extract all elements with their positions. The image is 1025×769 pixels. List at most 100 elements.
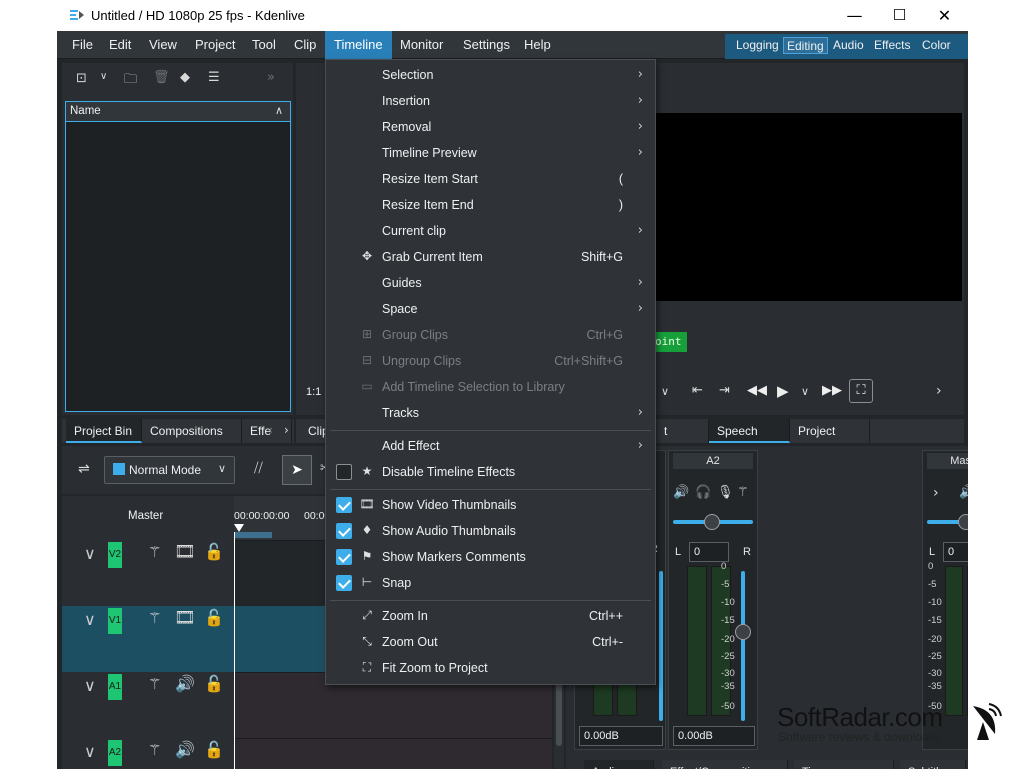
menu-item-resize-item-end[interactable]: Resize Item End ) [326, 193, 655, 219]
tab-project-bin[interactable]: Project Bin [66, 419, 142, 443]
collapse-icon[interactable]: ∨ [84, 544, 96, 563]
menu-help[interactable]: Help [515, 31, 560, 59]
menu-item-fit-zoom-to-project[interactable]: ⛶ Fit Zoom to Project [326, 656, 655, 682]
pan-knob[interactable] [704, 514, 720, 530]
track-header-a1[interactable]: ∨ A1 ⚚ 🔊 🔓 [62, 672, 234, 738]
tab-project-notes[interactable]: Project Notes [790, 419, 870, 462]
pan-knob[interactable] [958, 514, 968, 530]
layout-editing[interactable]: Editing [783, 37, 828, 54]
volume-slider[interactable] [741, 571, 745, 721]
menu-clip[interactable]: Clip [285, 31, 325, 59]
menu-item-guides[interactable]: Guides › [326, 271, 655, 297]
menu-project[interactable]: Project [186, 31, 244, 59]
menu-tool[interactable]: Tool [243, 31, 285, 59]
playhead-marker[interactable] [234, 524, 244, 532]
menu-settings[interactable]: Settings [454, 31, 519, 59]
bin-column-header[interactable]: Name ∧ [66, 102, 290, 122]
menu-view[interactable]: View [140, 31, 186, 59]
film-icon[interactable]: 🎞 [174, 542, 196, 562]
tag-icon[interactable]: ◆ [180, 70, 190, 85]
tab-scroll-left-icon[interactable]: ‹ [268, 423, 273, 437]
track-header-a2[interactable]: ∨ A2 ⚚ 🔊 🔓 [62, 738, 234, 769]
set-in-icon[interactable]: ⇤ [692, 383, 703, 398]
play-options-icon[interactable]: ∨ [801, 385, 809, 398]
menu-item-insertion[interactable]: Insertion › [326, 89, 655, 115]
select-tool-icon[interactable]: ➤ [282, 455, 312, 485]
layout-color[interactable]: Color [919, 37, 954, 54]
collapse-icon[interactable]: ∨ [84, 676, 96, 695]
collapse-icon[interactable]: ∨ [84, 742, 96, 761]
maximize-button[interactable]: ☐ [877, 0, 922, 31]
lock-icon[interactable]: 🔓 [204, 542, 224, 561]
menu-item-space[interactable]: Space › [326, 297, 655, 323]
menu-timeline[interactable]: Timeline [325, 31, 392, 59]
tab-effect-stack[interactable]: Effect/Composition St... [662, 760, 788, 769]
chevron-right-icon[interactable]: › [933, 485, 939, 501]
microphone-icon[interactable]: 🎙 [717, 485, 734, 500]
effects-wand-icon[interactable]: ⚚ [148, 675, 161, 693]
volume-db-field[interactable]: 0.00dB [579, 726, 663, 746]
tab-scroll-right-icon[interactable]: › [284, 423, 289, 437]
checkbox-checked[interactable] [336, 523, 352, 539]
checkbox-checked[interactable] [336, 549, 352, 565]
double-chevron-icon[interactable]: » [267, 70, 275, 85]
zoom-label[interactable]: 1:1 [306, 386, 321, 398]
menu-file[interactable]: File [63, 31, 102, 59]
close-button[interactable]: ✕ [922, 0, 967, 31]
spacer-tool-icon[interactable]: ⧸⧸ [254, 461, 263, 476]
effects-wand-icon[interactable]: ⚚ [737, 485, 749, 500]
chevron-down-icon[interactable]: ∨ [661, 385, 669, 398]
tab-project-monitor[interactable]: t Monitor [656, 419, 709, 462]
crop-icon[interactable]: ⛶ [849, 379, 873, 403]
track-settings-icon[interactable]: ⇌ [78, 461, 90, 477]
folder-add-icon[interactable]: 🗀 [124, 70, 137, 92]
project-bin-list[interactable]: Name ∧ [65, 101, 291, 412]
fast-forward-icon[interactable]: ▶▶ [822, 383, 842, 398]
speaker-icon[interactable]: 🔊 [673, 485, 689, 500]
menu-item-zoom-in[interactable]: ⤢ Zoom In Ctrl++ [326, 604, 655, 630]
edit-mode-select[interactable]: Normal Mode ∨ [104, 456, 235, 484]
rewind-icon[interactable]: ◀◀ [747, 383, 767, 398]
monitor-video-area[interactable] [656, 113, 962, 301]
minimize-button[interactable]: — [832, 0, 877, 31]
collapse-icon[interactable]: ∨ [84, 610, 96, 629]
film-icon[interactable]: 🎞 [174, 608, 196, 628]
menu-item-selection[interactable]: Selection › [326, 63, 655, 89]
menu-item-add-effect[interactable]: Add Effect › [326, 434, 655, 460]
menu-icon[interactable]: ☰ [208, 70, 220, 85]
layout-logging[interactable]: Logging [733, 37, 782, 54]
effects-wand-icon[interactable]: ⚚ [148, 609, 161, 627]
tab-compositions[interactable]: Compositions [142, 419, 242, 443]
menu-item-timeline-preview[interactable]: Timeline Preview › [326, 141, 655, 167]
play-icon[interactable]: ▶ [777, 382, 789, 400]
tab-subtitles[interactable]: Subtitles [900, 760, 966, 769]
menu-item-show-audio-thumbnails[interactable]: ♦ Show Audio Thumbnails [326, 519, 655, 545]
menu-edit[interactable]: Edit [100, 31, 140, 59]
menu-item-show-video-thumbnails[interactable]: 🎞 Show Video Thumbnails [326, 493, 655, 519]
menu-item-current-clip[interactable]: Current clip › [326, 219, 655, 245]
checkbox[interactable] [336, 464, 352, 480]
master-track-header[interactable]: Master [62, 496, 234, 540]
tab-time-remapping[interactable]: Time Remapping [794, 760, 894, 769]
lock-icon[interactable]: 🔓 [204, 674, 224, 693]
add-clip-icon[interactable]: ⊡ [76, 71, 87, 86]
menu-item-grab-current-item[interactable]: ✥ Grab Current Item Shift+G [326, 245, 655, 271]
tab-audio-mixer[interactable]: Audio Mixer [584, 760, 654, 769]
speaker-icon[interactable]: 🔊 [175, 740, 195, 759]
track-lane-a2[interactable] [234, 738, 552, 769]
menu-item-snap[interactable]: ⊢ Snap [326, 571, 655, 597]
effects-wand-icon[interactable]: ⚚ [148, 741, 161, 759]
menu-item-show-markers-comments[interactable]: ⚑ Show Markers Comments [326, 545, 655, 571]
layout-audio[interactable]: Audio [830, 37, 867, 54]
set-out-icon[interactable]: ⇥ [719, 383, 730, 398]
zone-bar[interactable] [234, 532, 272, 538]
tab-speech-editor[interactable]: Speech Editor [709, 419, 790, 462]
volume-db-field[interactable]: 0.00dB [673, 726, 755, 746]
checkbox-checked[interactable] [336, 497, 352, 513]
menu-item-zoom-out[interactable]: ⤡ Zoom Out Ctrl+- [326, 630, 655, 656]
menu-item-disable-timeline-effects[interactable]: ★ Disable Timeline Effects [326, 460, 655, 486]
menu-monitor[interactable]: Monitor [391, 31, 452, 59]
track-header-v2[interactable]: ∨ V2 ⚚ 🎞 🔓 [62, 540, 234, 606]
lock-icon[interactable]: 🔓 [204, 608, 224, 627]
volume-slider[interactable] [659, 571, 663, 721]
